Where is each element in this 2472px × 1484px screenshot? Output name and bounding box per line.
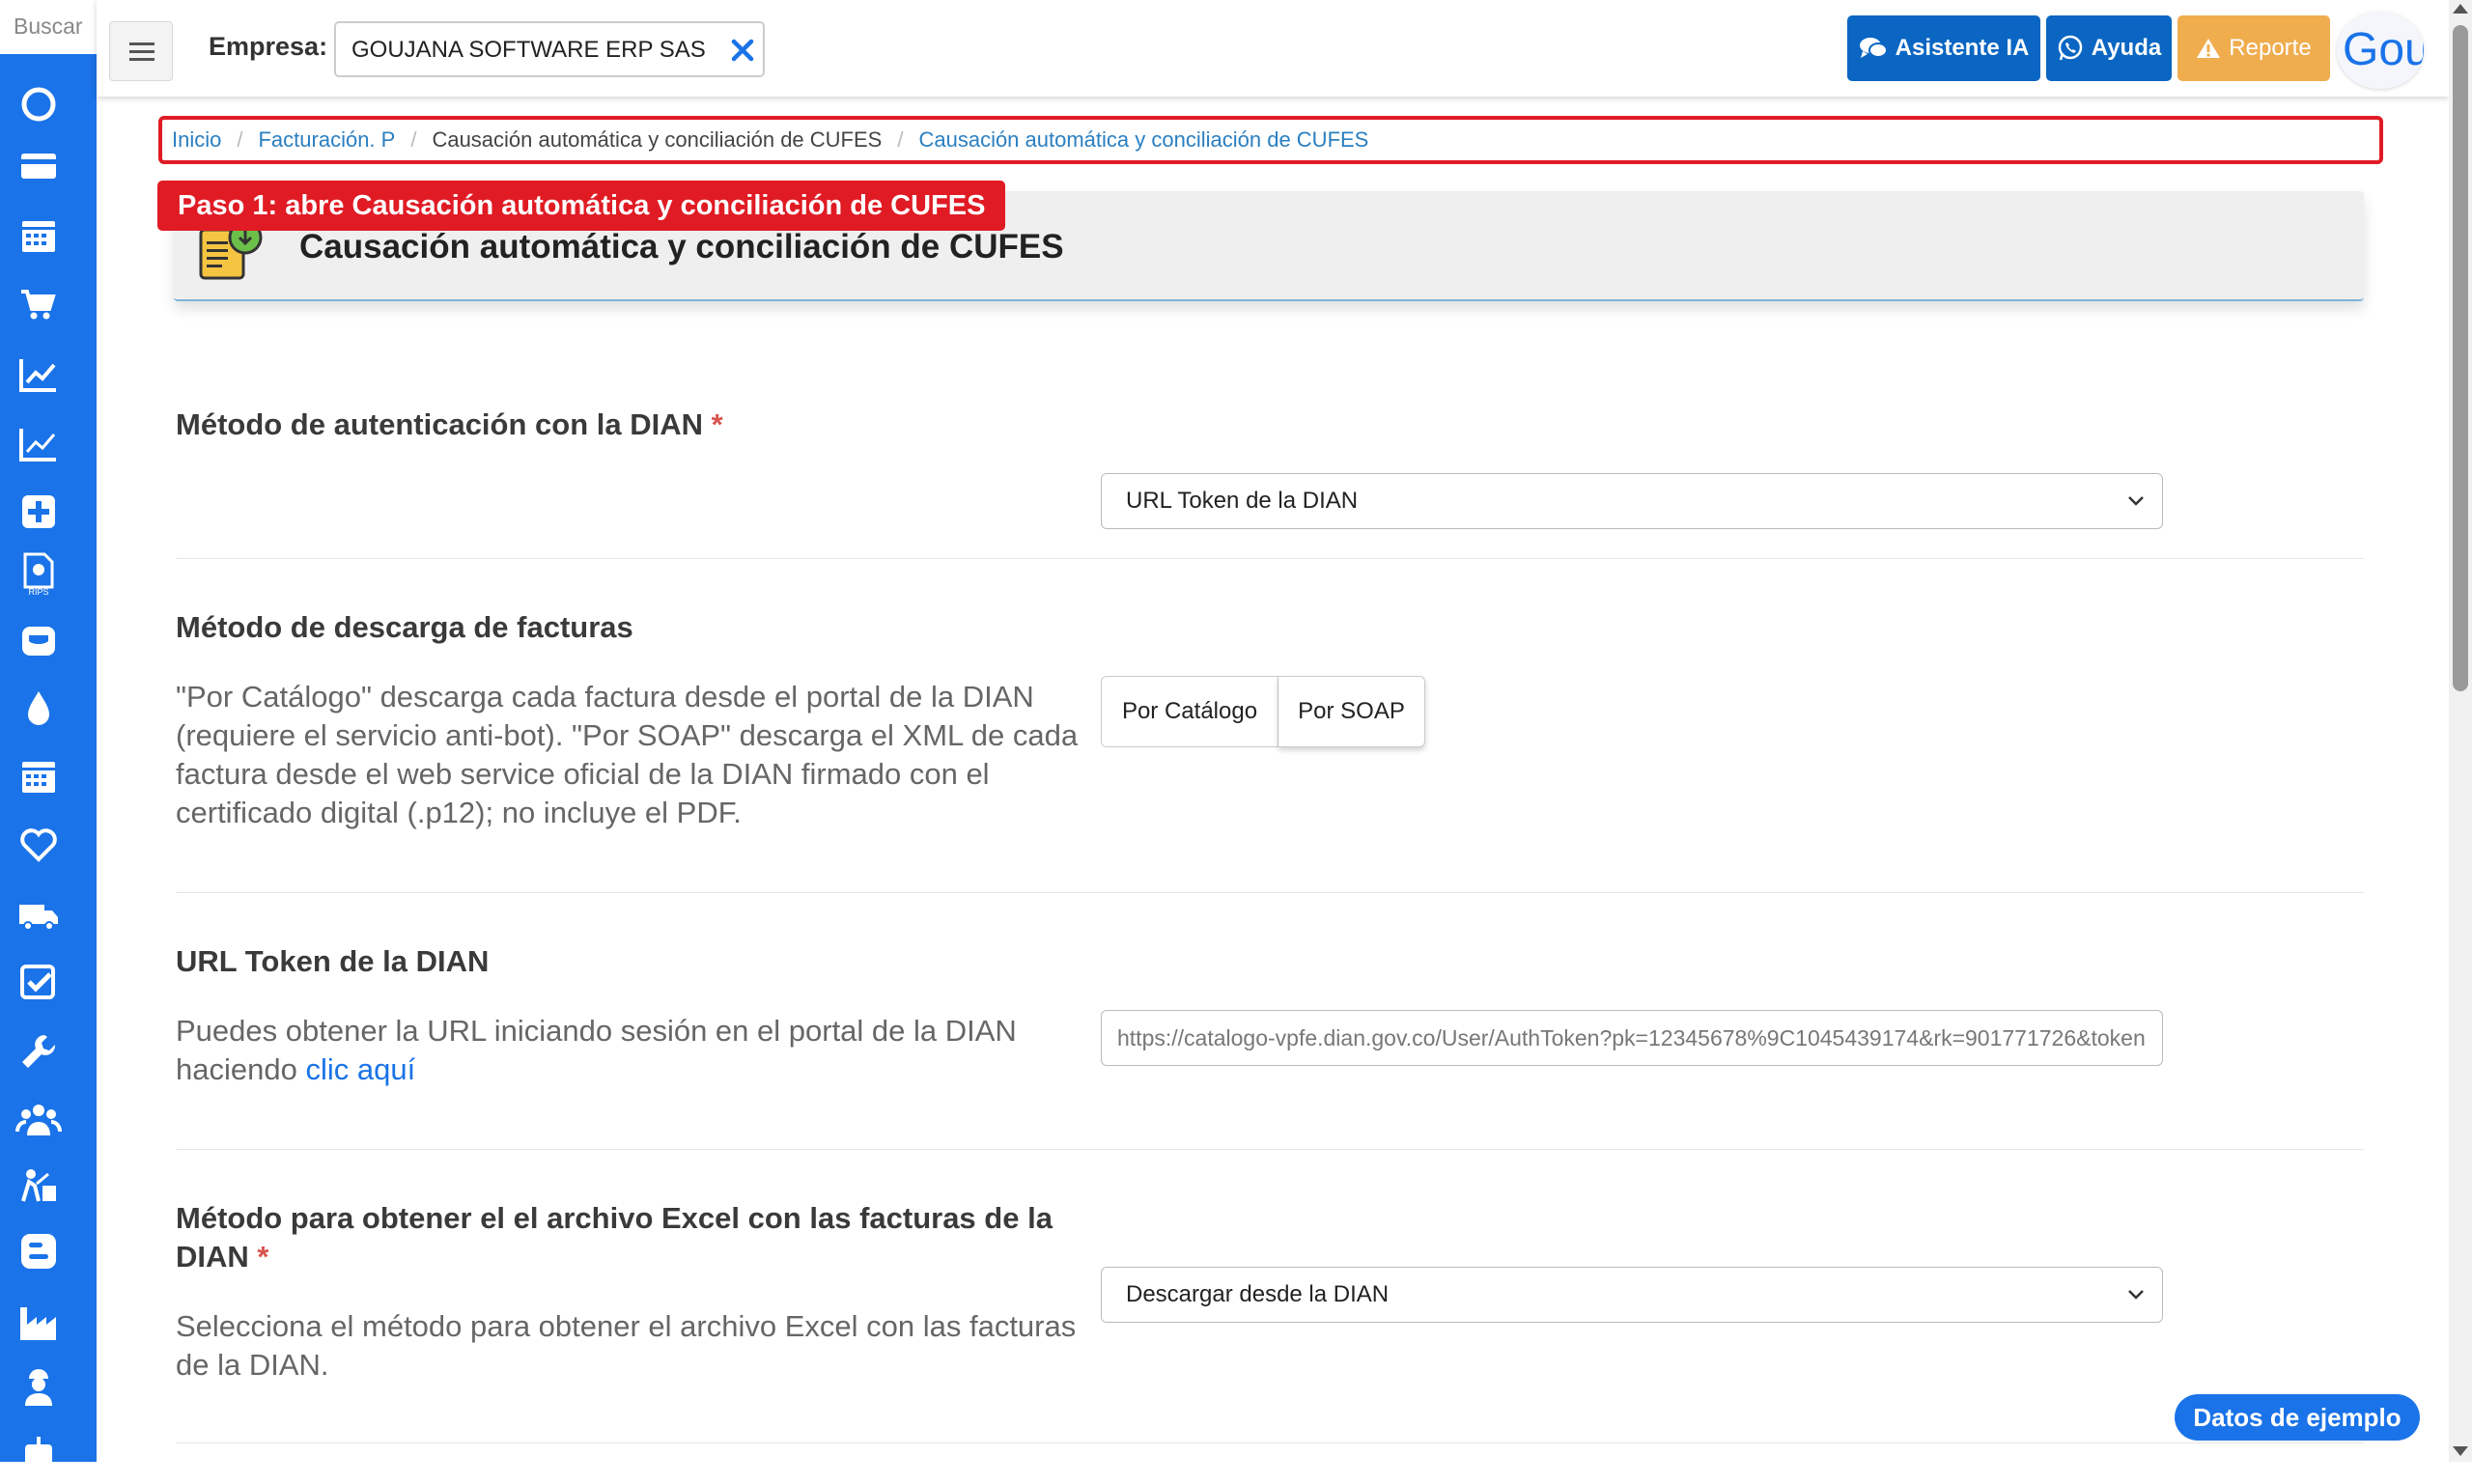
breadcrumb-separator: / (410, 127, 417, 152)
heart-icon[interactable] (15, 821, 62, 867)
token-section-desc: Puedes obtener la URL iniciando sesión e… (176, 1012, 1083, 1089)
topbar: Empresa: GOUJANA SOFTWARE ERP SAS Asiste… (97, 0, 2449, 97)
page-title: Causación automática y conciliación de C… (299, 228, 1064, 266)
datos-ejemplo-button[interactable]: Datos de ejemplo (2175, 1394, 2420, 1441)
page-scrollbar[interactable] (2449, 0, 2472, 1462)
reporte-label: Reporte (2229, 35, 2312, 61)
sidebar: Buscar RIPS (0, 0, 97, 1468)
scroll-down-arrow-icon[interactable] (2453, 1446, 2468, 1456)
clear-icon[interactable] (728, 36, 757, 65)
worker-icon[interactable] (15, 1363, 62, 1410)
asistente-ia-button[interactable]: Asistente IA (1847, 15, 2040, 81)
download-section-desc: "Por Catálogo" descarga cada factura des… (176, 680, 1079, 829)
empresa-select[interactable]: GOUJANA SOFTWARE ERP SAS (334, 21, 765, 77)
blog-icon[interactable] (15, 1228, 62, 1274)
factory-icon[interactable] (15, 1300, 62, 1346)
option-por-catalogo[interactable]: Por Catálogo (1101, 676, 1278, 747)
excel-title-text: Método para obtener el el archivo Excel … (176, 1201, 1053, 1274)
empresa-label: Empresa: (209, 32, 328, 61)
excel-section-desc: Selecciona el método para obtener el arc… (176, 1309, 1077, 1382)
clic-aqui-link[interactable]: clic aquí (305, 1052, 415, 1086)
excel-method-value: Descargar desde la DIAN (1126, 1281, 1390, 1307)
scroll-thumb[interactable] (2453, 25, 2468, 691)
wrench-icon[interactable] (15, 1029, 62, 1076)
hamburger-icon (129, 42, 154, 61)
circle-icon[interactable] (15, 81, 62, 127)
excel-method-select[interactable]: Descargar desde la DIAN (1101, 1267, 2163, 1323)
breadcrumb-causacion-current[interactable]: Causación automática y conciliación de C… (918, 127, 1368, 153)
warning-icon (2197, 39, 2221, 58)
robot-icon[interactable] (15, 1433, 62, 1479)
svg-text:RIPS: RIPS (28, 587, 48, 597)
required-mark: * (711, 407, 723, 441)
download-section-title: Método de descarga de facturas (176, 610, 633, 644)
scroll-up-arrow-icon[interactable] (2453, 4, 2468, 14)
comments-icon (1859, 38, 1888, 58)
breadcrumb-facturacion[interactable]: Facturación. P (258, 127, 395, 153)
breadcrumb-separator: / (897, 127, 904, 152)
section-divider (176, 1149, 2364, 1150)
brand-text: Gou (2343, 24, 2424, 75)
auth-section-title: Método de autenticación con la DIAN * (176, 406, 723, 444)
empresa-value: GOUJANA SOFTWARE ERP SAS (351, 37, 706, 63)
drop-icon[interactable] (15, 686, 62, 732)
reporte-button[interactable]: Reporte (2177, 15, 2330, 81)
auth-method-value: URL Token de la DIAN (1126, 488, 1359, 514)
download-method-toggle: Por Catálogo Por SOAP (1101, 676, 1425, 747)
step-tag: Paso 1: abre Causación automática y conc… (157, 181, 1006, 231)
whatsapp-icon (2058, 35, 2083, 61)
breadcrumb: Inicio / Facturación. P / Causación auto… (158, 116, 2383, 164)
chevron-down-icon (2128, 1290, 2144, 1300)
plus-square-icon[interactable] (15, 489, 62, 535)
cart-icon[interactable] (15, 282, 62, 328)
truck-icon[interactable] (15, 892, 62, 938)
users-icon[interactable] (15, 1097, 62, 1143)
calendar-icon[interactable] (15, 212, 62, 259)
breadcrumb-inicio[interactable]: Inicio (172, 127, 221, 153)
url-token-input[interactable]: https://catalogo-vpfe.dian.gov.co/User/A… (1101, 1010, 2163, 1066)
chart-line-icon[interactable] (15, 351, 62, 398)
chevron-down-icon (2128, 496, 2144, 506)
ayuda-button[interactable]: Ayuda (2046, 15, 2172, 81)
rips-document-icon[interactable]: RIPS (15, 550, 62, 597)
brand-logo[interactable]: Gou (2337, 12, 2424, 89)
construction-icon[interactable] (15, 1162, 62, 1209)
credit-card-icon[interactable] (15, 143, 62, 189)
breadcrumb-separator: / (237, 127, 243, 152)
required-mark: * (257, 1240, 269, 1274)
token-desc-text: Puedes obtener la URL iniciando sesión e… (176, 1014, 1017, 1086)
menu-toggle-button[interactable] (109, 21, 173, 81)
calendar-alt-icon[interactable] (15, 753, 62, 799)
asistente-ia-label: Asistente IA (1895, 35, 2030, 61)
section-divider (176, 892, 2364, 893)
section-divider (176, 1442, 2364, 1443)
tooth-icon[interactable] (15, 618, 62, 664)
option-por-soap[interactable]: Por SOAP (1278, 676, 1425, 747)
token-section-title: URL Token de la DIAN (176, 944, 490, 978)
ayuda-label: Ayuda (2091, 35, 2162, 61)
check-square-icon[interactable] (15, 960, 62, 1006)
auth-method-select[interactable]: URL Token de la DIAN (1101, 473, 2163, 529)
section-divider (176, 558, 2364, 559)
auth-title-text: Método de autenticación con la DIAN (176, 407, 703, 441)
excel-section-title: Método para obtener el el archivo Excel … (176, 1199, 1083, 1276)
breadcrumb-causacion-section: Causación automática y conciliación de C… (432, 127, 883, 152)
chart-area-icon[interactable] (15, 421, 62, 467)
sidebar-search-input[interactable]: Buscar (0, 0, 97, 54)
